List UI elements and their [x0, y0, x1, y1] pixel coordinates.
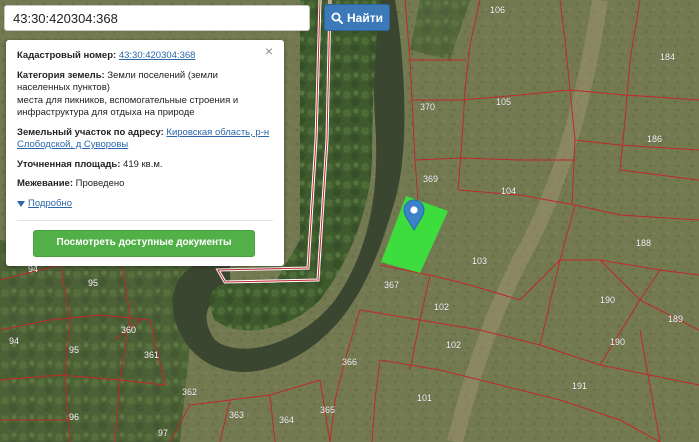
parcel-label: 370 — [420, 102, 435, 112]
parcel-label: 106 — [490, 5, 505, 15]
parcel-label: 102 — [446, 340, 461, 350]
map-view[interactable]: 106 184 370 105 186 369 104 188 103 367 … — [0, 0, 699, 442]
parcel-label: 363 — [229, 410, 244, 420]
parcel-label: 95 — [69, 345, 79, 355]
area-row: Уточненная площадь: 419 кв.м. — [17, 159, 273, 172]
search-button[interactable]: Найти — [324, 4, 390, 31]
parcel-label: 189 — [668, 314, 683, 324]
triangle-down-icon — [17, 200, 25, 207]
land-usage-text: места для пикников, вспомогательные стро… — [17, 94, 239, 119]
parcel-label: 96 — [69, 412, 79, 422]
parcel-label: 95 — [88, 278, 98, 288]
parcel-label: 94 — [9, 336, 19, 346]
cadastral-number-row: Кадастровый номер: 43:30:420304:368 — [17, 50, 273, 63]
details-link[interactable]: Подробно — [28, 198, 72, 211]
parcel-label: 364 — [279, 415, 294, 425]
search-icon — [331, 12, 343, 24]
parcel-label: 186 — [647, 134, 662, 144]
popup-divider — [17, 220, 273, 221]
area-label: Уточненная площадь: — [17, 158, 121, 170]
search-button-label: Найти — [347, 10, 383, 25]
parcel-label: 366 — [342, 357, 357, 367]
cadastral-number-link[interactable]: 43:30:420304:368 — [119, 50, 196, 61]
parcel-label: 365 — [320, 405, 335, 415]
parcel-label: 369 — [423, 174, 438, 184]
parcel-label: 97 — [158, 428, 168, 438]
parcel-label: 101 — [417, 393, 432, 403]
parcel-label: 188 — [636, 238, 651, 248]
parcel-label: 360 — [121, 325, 136, 335]
parcel-label: 104 — [501, 186, 516, 196]
land-category-row: Категория земель: Земли поселений (земли… — [17, 70, 273, 120]
parcel-label: 191 — [572, 381, 587, 391]
close-icon[interactable]: × — [262, 44, 276, 58]
survey-label: Межевание: — [17, 178, 73, 189]
details-toggle[interactable]: Подробно — [17, 198, 273, 211]
view-documents-button[interactable]: Посмотреть доступные документы — [33, 230, 255, 257]
parcel-label: 367 — [384, 280, 399, 290]
survey-value: Проведено — [75, 178, 125, 189]
survey-row: Межевание: Проведено — [17, 178, 273, 191]
parcel-label: 190 — [610, 337, 625, 347]
parcel-label: 103 — [472, 256, 487, 266]
parcel-label: 362 — [182, 387, 197, 397]
address-label: Земельный участок по адресу: — [17, 126, 164, 138]
parcel-label: 102 — [434, 302, 449, 312]
cadastral-number-label: Кадастровый номер: — [17, 50, 117, 61]
address-row: Земельный участок по адресу: Кировская о… — [17, 127, 273, 152]
search-input[interactable] — [4, 5, 310, 31]
parcel-info-popup: × Кадастровый номер: 43:30:420304:368 Ка… — [6, 40, 284, 266]
parcel-label: 361 — [144, 350, 159, 360]
parcel-label: 105 — [496, 97, 511, 107]
land-category-label: Категория земель: — [17, 69, 105, 81]
parcel-label: 184 — [660, 52, 675, 62]
area-value: 419 кв.м. — [123, 158, 163, 170]
parcel-label: 190 — [600, 295, 615, 305]
